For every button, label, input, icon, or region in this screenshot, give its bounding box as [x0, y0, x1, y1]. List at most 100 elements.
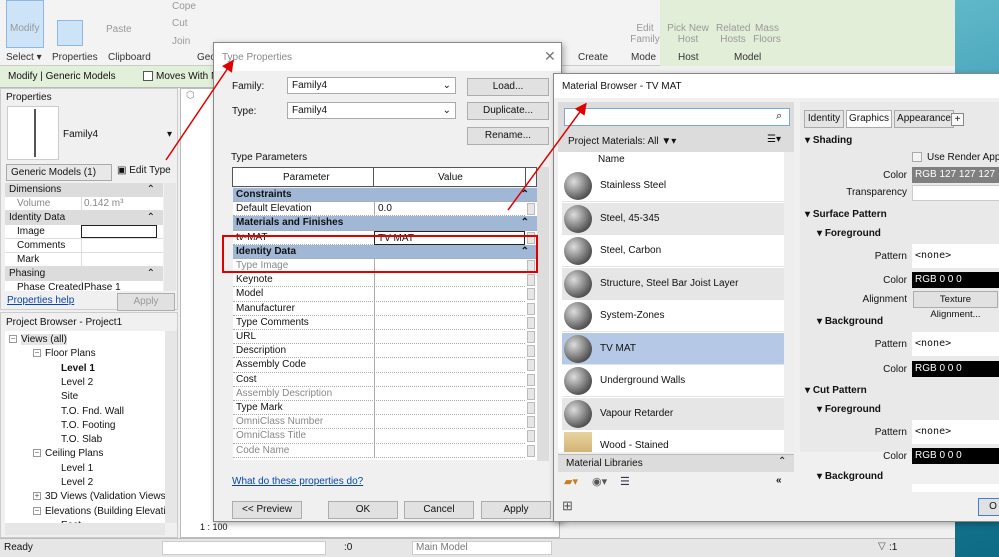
tab-graphics[interactable]: Graphics [846, 110, 892, 128]
parameter-value[interactable] [374, 330, 525, 344]
material-item[interactable]: Underground Walls [562, 365, 784, 397]
row-button[interactable] [527, 387, 535, 400]
row-button[interactable] [527, 331, 535, 343]
surface-pattern-section[interactable]: ▾ Surface Pattern [805, 209, 887, 220]
view-options-icon[interactable]: ☰▾ [767, 134, 781, 145]
join-button[interactable]: Join [172, 36, 190, 47]
tree-item[interactable]: T.O. Fnd. Wall [61, 406, 124, 417]
type-dropdown[interactable]: Family4 ⌄ [287, 102, 456, 119]
ok-button[interactable]: O [978, 498, 999, 516]
parameter-row[interactable]: Type Comments [233, 315, 525, 330]
collapse-icon[interactable]: − [9, 335, 17, 343]
collapse-icon[interactable]: − [33, 449, 41, 458]
type-filter-dropdown[interactable]: Generic Models (1) [6, 164, 112, 181]
parameters-scrollbar[interactable] [537, 167, 549, 461]
collapse-icon[interactable]: − [33, 506, 41, 515]
material-item[interactable]: Steel, 45-345 [562, 202, 784, 235]
transparency-field[interactable] [912, 185, 999, 201]
properties-scrollbar[interactable] [164, 183, 176, 291]
tree-item[interactable]: Views (all) [21, 334, 67, 345]
apply-button[interactable]: Apply [117, 293, 175, 311]
parameter-row[interactable]: Cost [233, 372, 525, 387]
row-button[interactable] [527, 302, 535, 315]
properties-icon[interactable] [57, 20, 83, 46]
tree-item[interactable]: Level 1 [61, 463, 93, 474]
edit-type-button[interactable]: ▣ Edit Type [117, 165, 171, 176]
close-icon[interactable]: ✕ [544, 48, 556, 65]
cope-button[interactable]: Cope [172, 1, 196, 12]
collapse-icon[interactable]: − [33, 349, 41, 358]
parameter-row[interactable]: Code Name [233, 443, 525, 458]
material-item[interactable]: Wood - Stained [562, 430, 784, 452]
tab-appearance[interactable]: Appearance [894, 110, 954, 128]
material-item[interactable]: TV MAT [562, 332, 784, 365]
cut-pattern-section[interactable]: ▾ Cut Pattern [805, 385, 867, 396]
parameter-value[interactable] [374, 273, 525, 288]
tree-horizontal-scrollbar[interactable] [5, 523, 165, 535]
property-category[interactable]: Phasing ⌃ [5, 267, 163, 281]
surface-foreground-pattern[interactable]: <none> [912, 244, 999, 268]
parameter-row[interactable]: Description [233, 344, 525, 359]
parameter-value[interactable] [374, 315, 525, 330]
cut-background-pattern[interactable] [912, 484, 999, 492]
material-item[interactable]: Vapour Retarder [562, 397, 784, 430]
parameter-row[interactable]: URL [233, 330, 525, 345]
pick-new-host-button[interactable]: Pick New Host [666, 23, 710, 45]
property-row[interactable]: Comments [5, 239, 163, 253]
project-materials-filter[interactable]: Project Materials: All ▼▾ [568, 136, 676, 147]
help-link[interactable]: What do these properties do? [232, 476, 363, 487]
cut-background-section[interactable]: ▾ Background [817, 471, 883, 482]
surface-background-section[interactable]: ▾ Background [817, 316, 883, 327]
property-category[interactable]: Dimensions ⌃ [5, 183, 163, 197]
row-button[interactable] [527, 373, 535, 386]
collapse-up-icon[interactable]: ⌃ [778, 456, 786, 467]
create-material-icon[interactable]: ◉▾ [592, 475, 607, 488]
property-row[interactable]: Phase Created Phase 1 [5, 281, 163, 291]
shading-section[interactable]: ▾ Shading [805, 135, 852, 146]
edit-family-button[interactable]: Edit Family [628, 23, 662, 45]
parameter-value[interactable] [374, 401, 525, 415]
paste-button[interactable]: Paste [106, 24, 132, 35]
material-search-input[interactable] [564, 108, 790, 126]
row-button[interactable] [527, 288, 535, 301]
collapse-left-icon[interactable]: « [776, 475, 782, 486]
row-button[interactable] [527, 430, 535, 443]
property-row[interactable]: Mark [5, 253, 163, 267]
parameter-row[interactable]: Assembly Description [233, 386, 525, 401]
texture-alignment-button[interactable]: Texture Alignment... [913, 291, 998, 320]
row-button[interactable] [527, 345, 535, 358]
moves-with-checkbox[interactable] [143, 71, 153, 81]
material-item[interactable]: System-Zones [562, 300, 784, 332]
parameter-value[interactable] [374, 372, 525, 387]
material-libraries-header[interactable]: Material Libraries ⌃ [558, 454, 794, 472]
cut-button[interactable]: Cut [172, 18, 188, 29]
duplicate-button[interactable]: Duplicate... [467, 102, 549, 120]
asset-browser-icon[interactable]: ⊞ [562, 498, 573, 514]
tree-vertical-scrollbar[interactable] [165, 331, 177, 523]
view-tab-icon[interactable]: ⬡ [186, 90, 195, 101]
property-value[interactable] [81, 225, 157, 238]
mass-floors-button[interactable]: Mass Floors [752, 23, 782, 45]
row-button[interactable] [527, 316, 535, 329]
tab-identity[interactable]: Identity [804, 110, 844, 128]
parameter-row[interactable]: OmniClass Number [233, 415, 525, 430]
parameter-value[interactable] [374, 344, 525, 359]
property-value[interactable]: Phase 1 [81, 281, 157, 291]
tree-item[interactable]: T.O. Footing [61, 420, 115, 431]
material-list-scrollbar[interactable] [784, 152, 794, 452]
tree-item[interactable]: Level 1 [61, 363, 95, 374]
parameter-category[interactable]: Constraints ⌃ [233, 188, 537, 203]
cut-foreground-color[interactable]: RGB 0 0 0 [912, 448, 999, 464]
parameter-row[interactable]: Model [233, 287, 525, 302]
tree-item[interactable]: Level 2 [61, 377, 93, 388]
surface-background-color[interactable]: RGB 0 0 0 [912, 361, 999, 377]
view-scale[interactable]: 1 : 100 [200, 522, 228, 532]
property-value[interactable] [81, 253, 157, 266]
expand-icon[interactable]: + [33, 492, 41, 501]
tree-item[interactable]: Site [61, 391, 78, 402]
row-button[interactable] [527, 274, 535, 287]
parameter-value[interactable] [374, 415, 525, 430]
type-selector-dropdown-arrow[interactable]: ▾ [167, 129, 172, 140]
rename-button[interactable]: Rename... [467, 127, 549, 145]
property-row[interactable]: Volume 0.142 m³ [5, 197, 163, 211]
